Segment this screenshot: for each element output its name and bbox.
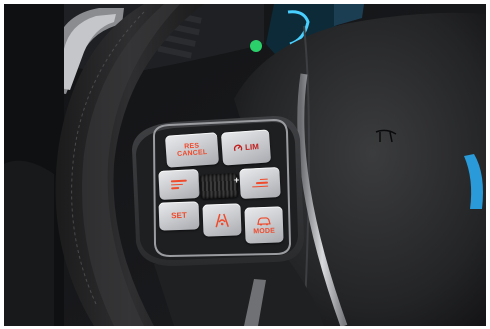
mode-label: MODE [253,227,276,235]
speed-increase-button[interactable] [239,166,281,200]
decrease-bars-icon [170,179,187,190]
steering-wheel-scene [4,4,486,326]
car-mode-icon [257,216,271,226]
thumbwheel-plus-label: + [234,175,240,185]
lane-assist-icon [215,213,229,228]
lane-assist-button[interactable] [202,203,242,237]
speed-limiter-icon [234,144,243,151]
set-button[interactable]: SET [158,201,200,231]
speed-thumbwheel[interactable] [199,173,239,199]
res-cancel-button[interactable]: RES CANCEL [164,132,220,168]
steering-wheel-photo: RES CANCEL LIM + SET MODE [4,4,486,326]
lim-label: LIM [244,141,260,152]
speed-limiter-button[interactable]: LIM [220,129,272,166]
increase-bars-icon [252,178,269,188]
set-label: SET [171,210,187,221]
speed-decrease-button[interactable] [158,168,200,201]
mode-button[interactable]: MODE [244,206,284,244]
res-cancel-label-bottom: CANCEL [176,148,208,159]
